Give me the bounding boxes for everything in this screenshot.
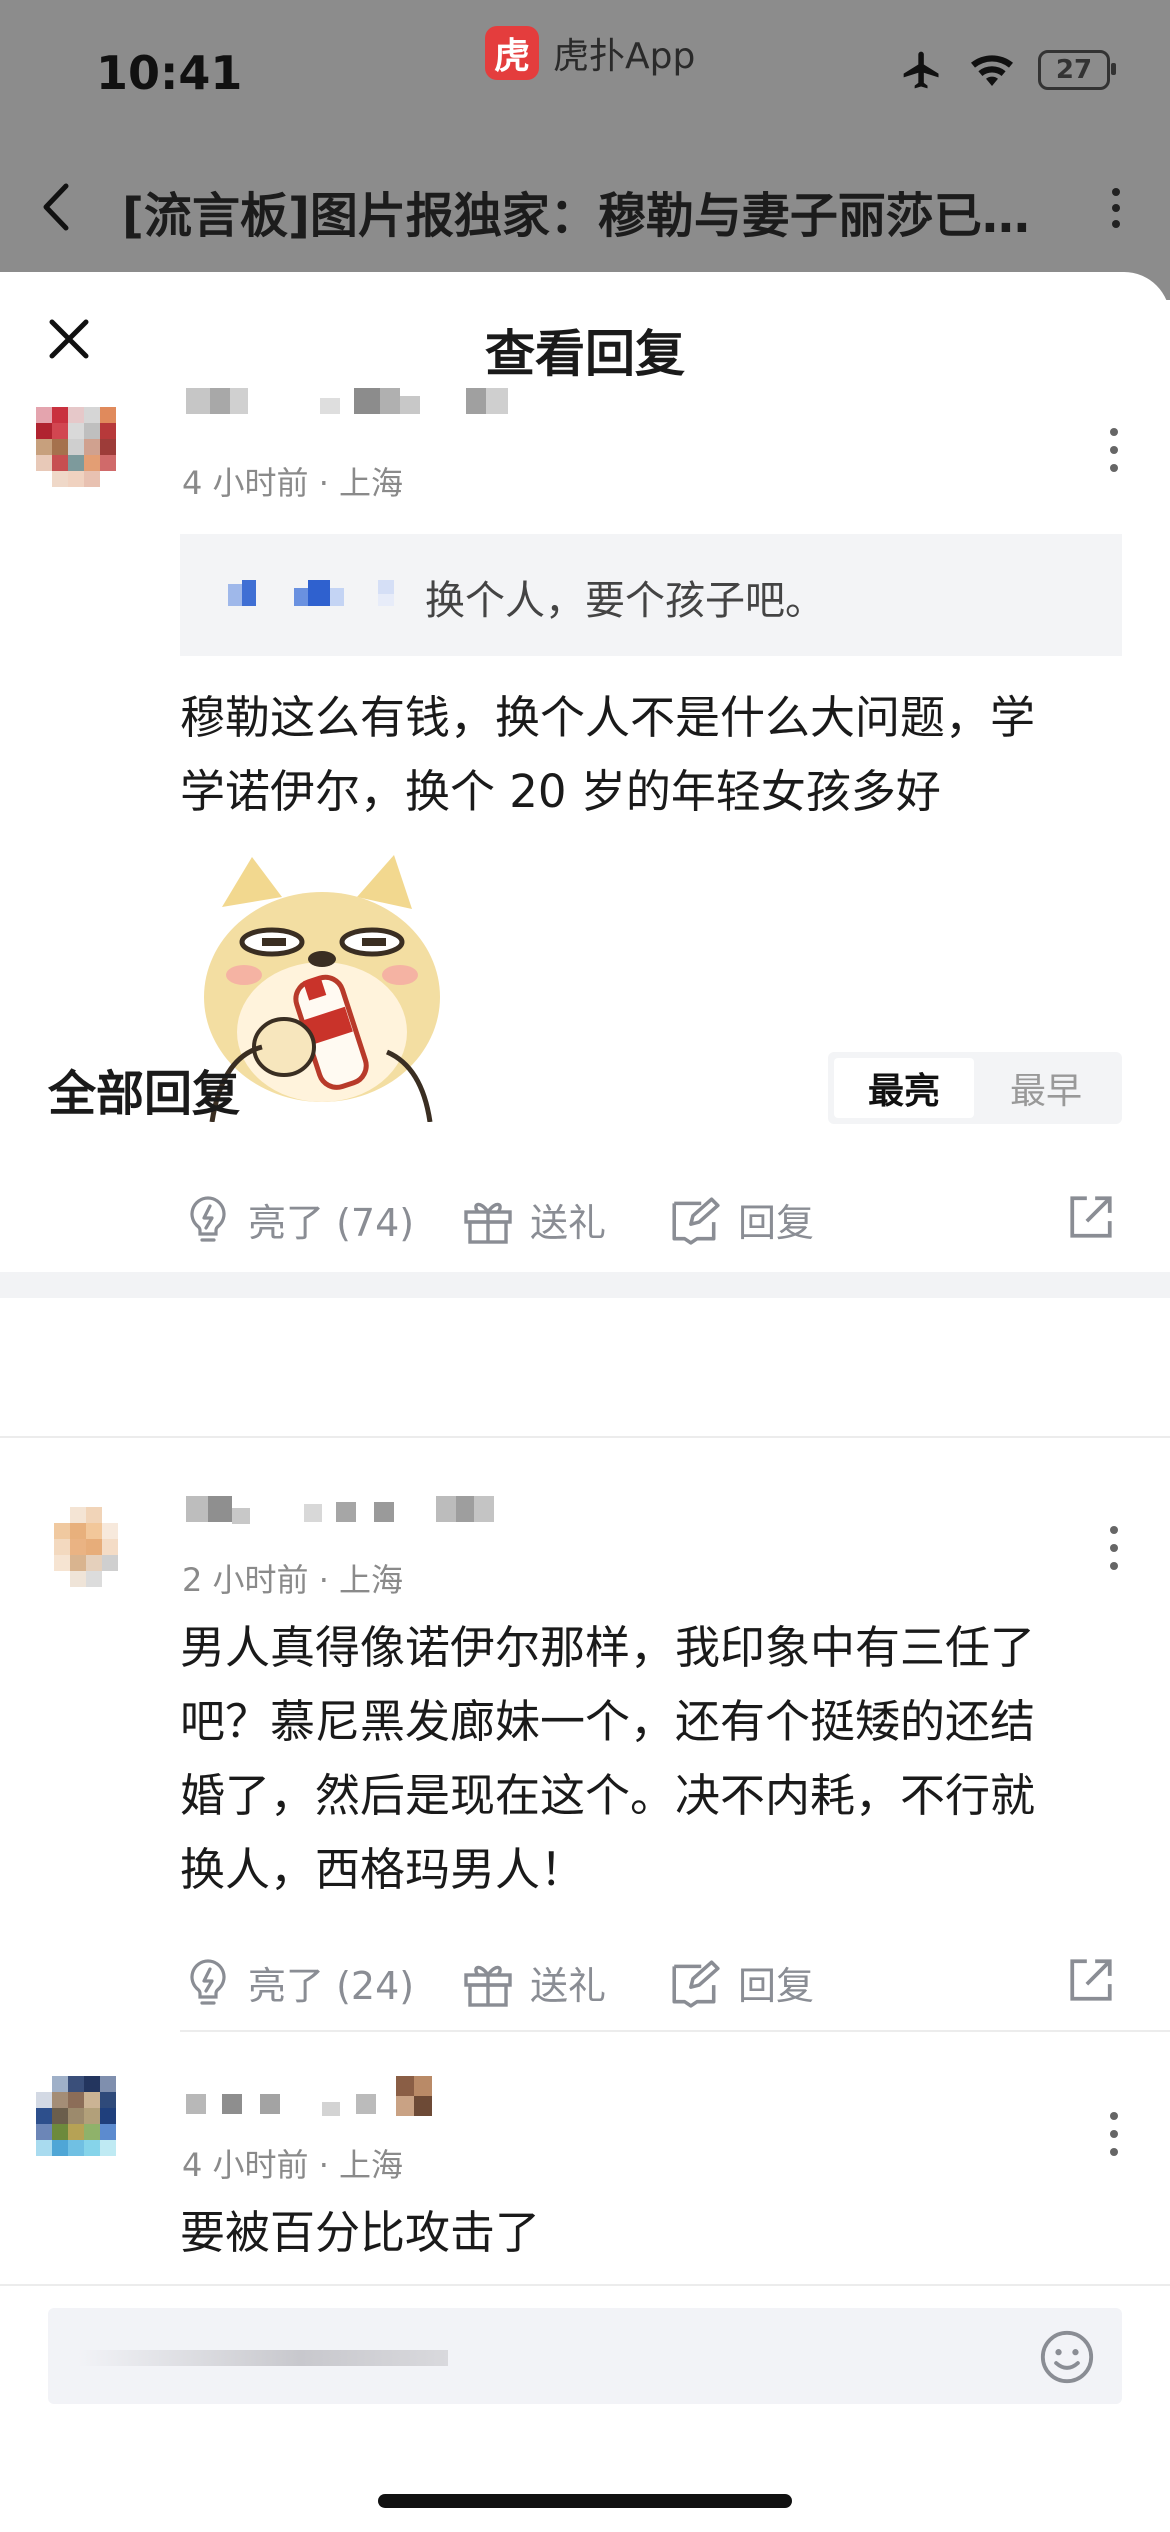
reply-meta: 2 小时前 · 上海 (182, 1561, 404, 1599)
gift-button[interactable]: 送礼 (462, 1192, 606, 1247)
like-button[interactable]: 亮了 (74) (184, 1192, 414, 1247)
input-placeholder-redacted (78, 2350, 448, 2366)
username-redacted[interactable] (186, 388, 526, 418)
quoted-username-redacted (228, 580, 394, 606)
battery-icon: 27 (1038, 50, 1116, 90)
comment-line: 学诺伊尔，换个 20 岁的年轻女孩多好 (180, 765, 941, 818)
sort-toggle: 最亮 最早 (828, 1052, 1122, 1124)
more-dot (1110, 446, 1118, 454)
reply-line: 要被百分比攻击了 (180, 2206, 541, 2259)
reply-input[interactable] (48, 2308, 1122, 2404)
back-button[interactable] (40, 182, 70, 236)
more-dot (1110, 2130, 1118, 2138)
share-external-icon (1070, 1959, 1112, 2001)
share-button[interactable] (1066, 1192, 1116, 1242)
sort-hot-tab[interactable]: 最亮 (834, 1058, 974, 1118)
like-count: 亮了 (24) (248, 1964, 415, 2008)
reply-line: 换人，西格玛男人！ (180, 1843, 586, 1896)
more-dot (1110, 1544, 1118, 1552)
avatar[interactable] (54, 1507, 150, 1603)
username-redacted[interactable] (186, 1496, 526, 1526)
lightbulb-icon (190, 1195, 226, 1242)
home-indicator[interactable] (378, 2494, 792, 2508)
avatar-image (54, 1507, 118, 1587)
gift-label: 送礼 (530, 1201, 607, 1245)
nav-more-button[interactable] (1110, 186, 1122, 234)
chevron-left-icon (43, 183, 69, 231)
reply-divider (180, 2030, 1170, 2032)
sort-early-tab[interactable]: 最早 (976, 1058, 1116, 1118)
status-time: 10:41 (96, 46, 243, 100)
reply-body: 要被百分比攻击了 (180, 2196, 540, 2270)
more-dot (1110, 2112, 1118, 2120)
like-count: 亮了 (74) (248, 1201, 415, 1245)
share-external-icon (1070, 1196, 1112, 1238)
lightbulb-icon (190, 1958, 226, 2005)
more-dot (1110, 2148, 1118, 2156)
comment-line: 穆勒这么有钱，换个人不是什么大问题，学 (180, 691, 1036, 744)
comment-more-button[interactable] (1108, 428, 1120, 476)
quoted-comment[interactable]: 换个人，要个孩子吧。 (180, 534, 1122, 656)
more-dot (1110, 1526, 1118, 1534)
smiley-icon (1040, 2330, 1094, 2384)
reply-edit-icon (672, 1196, 720, 1245)
airplane-icon (903, 51, 939, 89)
comment-meta: 4 小时前 · 上海 (182, 464, 404, 502)
sheet-title: 查看回复 (485, 325, 685, 383)
reply-button[interactable]: 回复 (668, 1955, 814, 2010)
reply-edit-icon (672, 1959, 720, 2008)
gift-icon (464, 1965, 512, 2007)
reply-label: 回复 (738, 1964, 815, 2008)
gift-icon (464, 1202, 512, 1244)
input-divider (0, 2284, 1170, 2286)
reply-line: 婚了，然后是现在这个。决不内耗，不行就 (180, 1769, 1036, 1822)
section-divider (0, 1272, 1170, 1298)
gift-label: 送礼 (530, 1964, 607, 2008)
avatar[interactable] (36, 407, 148, 503)
more-vertical-icon (1112, 188, 1120, 228)
more-dot (1110, 464, 1118, 472)
more-dot (1110, 428, 1118, 436)
header-divider (0, 1436, 1170, 1438)
share-button[interactable] (1066, 1955, 1116, 2005)
reply-line: 吧？慕尼黑发廊妹一个，还有个挺矮的还结 (180, 1695, 1036, 1748)
reply-more-button[interactable] (1108, 1526, 1120, 1574)
article-title: [流言板]图片报独家：穆勒与妻子丽莎已… (122, 188, 1030, 244)
avatar[interactable] (36, 2076, 148, 2172)
more-dot (1110, 1562, 1118, 1570)
hupu-logo-icon: 虎 (485, 26, 539, 80)
sheet-header: 查看回复 (0, 272, 1170, 404)
like-button[interactable]: 亮了 (24) (184, 1955, 414, 2010)
app-indicator: 虎 虎扑App (485, 26, 695, 80)
app-name: 虎扑App (553, 36, 696, 77)
status-icons: 27 (898, 48, 1116, 92)
avatar-image (36, 2076, 116, 2156)
reply-meta: 4 小时前 · 上海 (182, 2146, 404, 2184)
avatar-image (36, 407, 116, 487)
reply-body: 男人真得像诺伊尔那样，我印象中有三任了 吧？慕尼黑发廊妹一个，还有个挺矮的还结 … (180, 1611, 1035, 1907)
wifi-icon (971, 55, 1013, 86)
reply-more-button[interactable] (1108, 2112, 1120, 2160)
reply-label: 回复 (738, 1201, 815, 1245)
reply-button[interactable]: 回复 (668, 1192, 814, 1247)
gift-button[interactable]: 送礼 (462, 1955, 606, 2010)
reply-sheet: 查看回复 4 小时前 · 上海 换个人，要个孩子吧。 穆勒这么有钱，换个人不是什… (0, 272, 1170, 2532)
reply-line: 男人真得像诺伊尔那样，我印象中有三任了 (180, 1621, 1036, 1674)
all-replies-title: 全部回复 (48, 1066, 241, 1122)
emoji-button[interactable] (1038, 2328, 1096, 2390)
comment-body: 穆勒这么有钱，换个人不是什么大问题，学 学诺伊尔，换个 20 岁的年轻女孩多好 (180, 681, 1035, 829)
username-redacted[interactable] (186, 2076, 526, 2120)
quoted-text: 换个人，要个孩子吧。 (425, 578, 825, 624)
